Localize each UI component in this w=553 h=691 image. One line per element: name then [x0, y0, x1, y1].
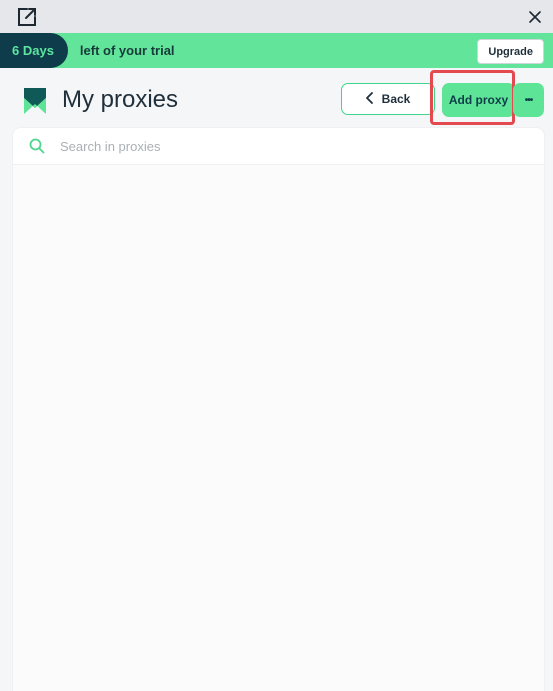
title-bar — [0, 0, 553, 33]
search-input[interactable]: Search in proxies — [60, 139, 160, 154]
trial-banner: 6 Days left of your trial Upgrade — [0, 33, 553, 68]
page-header: My proxies Back Add proxy ••• — [0, 68, 553, 128]
chevron-left-icon — [365, 91, 374, 107]
more-options-button[interactable]: ••• — [513, 83, 544, 117]
trial-message: left of your trial — [79, 43, 175, 58]
more-icon: ••• — [524, 94, 533, 106]
search-bar[interactable]: Search in proxies — [13, 128, 544, 165]
add-proxy-button[interactable]: Add proxy — [442, 83, 515, 117]
external-link-icon[interactable] — [10, 0, 43, 33]
close-icon[interactable] — [518, 0, 551, 33]
upgrade-button[interactable]: Upgrade — [477, 39, 544, 64]
app-logo-icon — [22, 86, 48, 116]
days-badge: 6 Days — [0, 33, 68, 68]
page-title: My proxies — [62, 86, 179, 113]
app-window: 6 Days left of your trial Upgrade My pro… — [0, 0, 553, 691]
search-icon — [28, 137, 46, 155]
back-button[interactable]: Back — [341, 83, 435, 115]
proxies-panel: Search in proxies — [13, 128, 544, 691]
back-button-label: Back — [381, 92, 411, 106]
